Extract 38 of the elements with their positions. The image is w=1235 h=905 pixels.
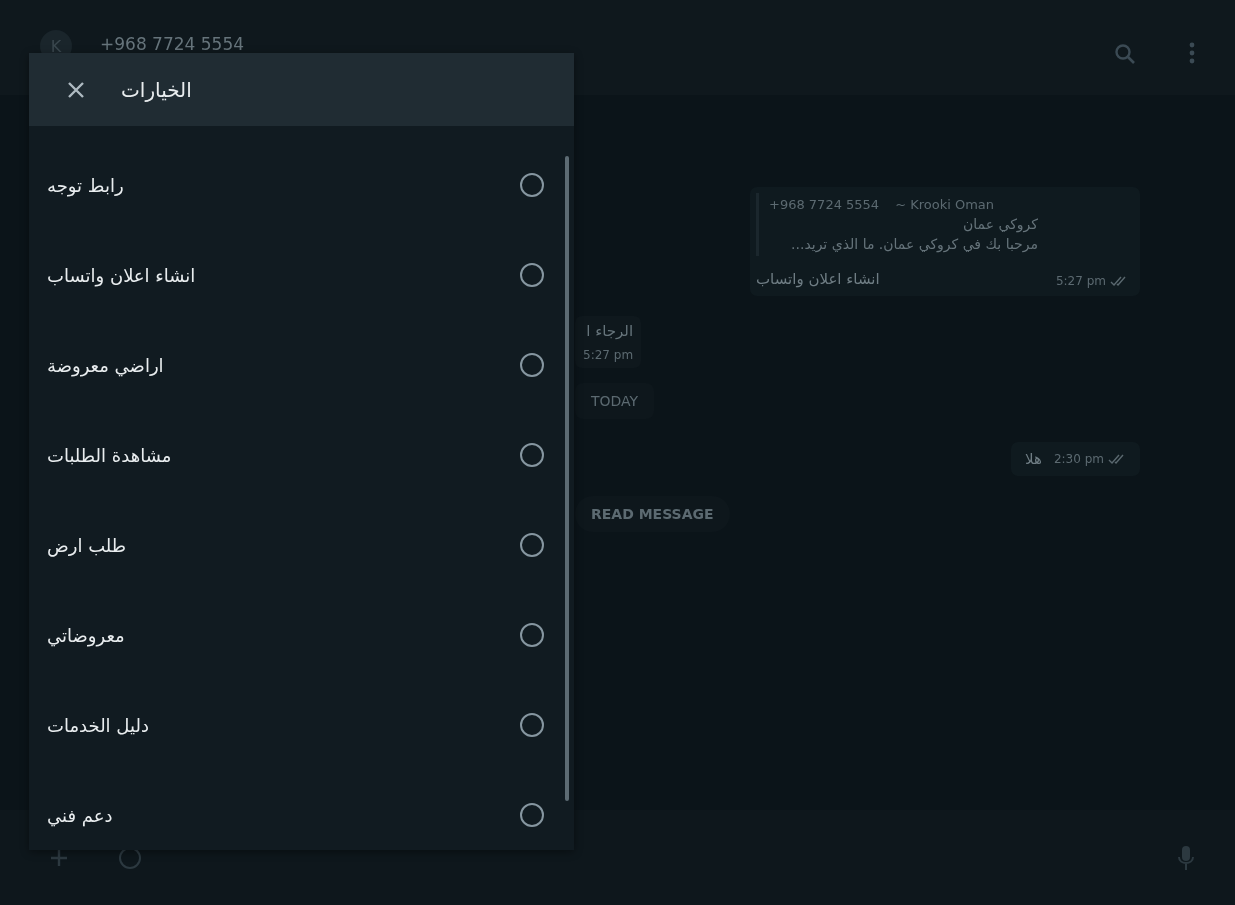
message-text: انشاء اعلان واتساب xyxy=(756,270,880,288)
option-label: انشاء اعلان واتساب xyxy=(47,264,196,286)
option-label: معروضاتي xyxy=(47,624,125,646)
radio-button[interactable] xyxy=(520,803,544,827)
option-item[interactable]: دعم فني xyxy=(29,770,574,860)
quote-text: كروكي عمان xyxy=(962,216,1039,232)
option-label: دليل الخدمات xyxy=(47,714,149,736)
option-item[interactable]: اراضي معروضة xyxy=(29,320,574,410)
radio-button[interactable] xyxy=(520,713,544,737)
radio-button[interactable] xyxy=(520,623,544,647)
contact-name: +968 7724 5554 xyxy=(100,34,245,54)
dialog-title: الخيارات xyxy=(121,77,192,102)
radio-button[interactable] xyxy=(520,263,544,287)
radio-button[interactable] xyxy=(520,533,544,557)
option-item[interactable]: رابط توجه xyxy=(29,140,574,230)
message-time: 2:30 pm xyxy=(1053,452,1104,466)
quote-sender: +968 7724 5554 xyxy=(769,197,880,212)
option-label: دعم فني xyxy=(47,804,113,826)
option-item[interactable]: انشاء اعلان واتساب xyxy=(29,230,574,320)
option-item[interactable]: مشاهدة الطلبات xyxy=(29,410,574,500)
option-label: اراضي معروضة xyxy=(47,354,164,376)
message-text: الرجاء ا xyxy=(585,322,634,340)
option-label: مشاهدة الطلبات xyxy=(47,444,172,466)
option-item[interactable]: معروضاتي xyxy=(29,590,574,680)
close-icon[interactable] xyxy=(67,80,85,99)
option-item[interactable]: دليل الخدمات xyxy=(29,680,574,770)
option-label: طلب ارض xyxy=(47,534,127,556)
message-time: 5:27 pm xyxy=(1055,274,1106,288)
quote-text: مرحبا بك في كروكي عمان. ما الذي تريد... xyxy=(790,236,1039,252)
radio-button[interactable] xyxy=(520,173,544,197)
scrollbar[interactable] xyxy=(565,156,569,801)
radio-button[interactable] xyxy=(520,353,544,377)
radio-button[interactable] xyxy=(520,443,544,467)
message-text: هلا xyxy=(1025,450,1042,468)
option-label: رابط توجه xyxy=(47,174,124,196)
message-time: 5:27 pm xyxy=(583,348,634,362)
option-item[interactable]: طلب ارض xyxy=(29,500,574,590)
quote-name: ~ Krooki Oman xyxy=(895,197,995,212)
